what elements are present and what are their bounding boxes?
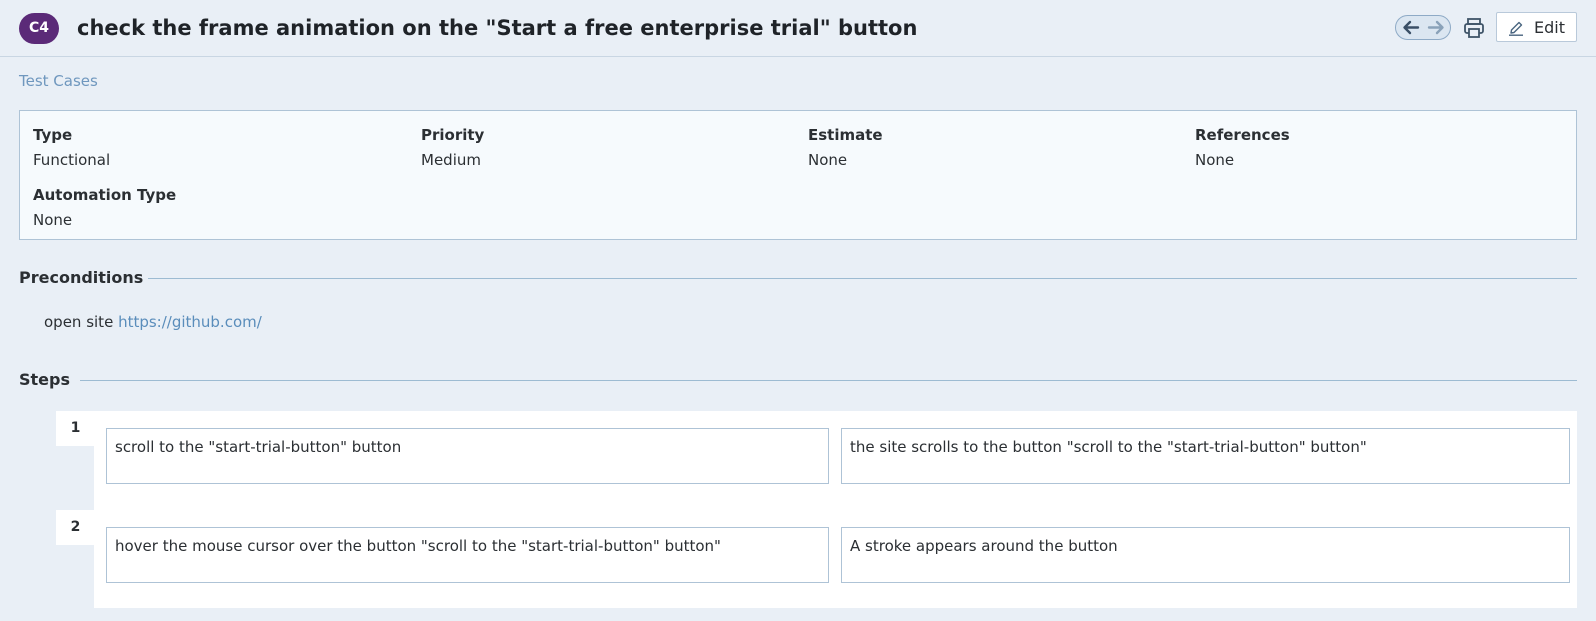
breadcrumb-test-cases[interactable]: Test Cases bbox=[19, 72, 98, 90]
steps-divider bbox=[80, 380, 1577, 381]
edit-button-label: Edit bbox=[1534, 18, 1565, 37]
step-expected-result: A stroke appears around the button bbox=[841, 527, 1570, 583]
field-automation-type: Automation Type None bbox=[33, 186, 176, 229]
preconditions-heading: Preconditions bbox=[19, 268, 144, 287]
preconditions-divider bbox=[148, 278, 1577, 279]
field-automation-type-label: Automation Type bbox=[33, 186, 177, 204]
field-references-value: None bbox=[1195, 151, 1235, 169]
step-number: 2 bbox=[56, 510, 95, 545]
field-references-label: References bbox=[1195, 126, 1290, 144]
arrow-left-icon[interactable] bbox=[1400, 18, 1422, 37]
field-type: Type Functional bbox=[33, 126, 110, 169]
steps-heading: Steps bbox=[19, 370, 70, 389]
step-action: hover the mouse cursor over the button "… bbox=[106, 527, 829, 583]
field-type-value: Functional bbox=[33, 151, 111, 169]
preconditions-text: open site https://github.com/ bbox=[44, 313, 262, 331]
page-header: C4 check the frame animation on the "Sta… bbox=[0, 0, 1596, 57]
step-action: scroll to the "start-trial-button" butto… bbox=[106, 428, 829, 484]
field-estimate-label: Estimate bbox=[808, 126, 883, 144]
case-navigation bbox=[1395, 15, 1451, 40]
edit-button[interactable]: Edit bbox=[1496, 12, 1577, 42]
field-estimate: Estimate None bbox=[808, 126, 883, 169]
pencil-icon bbox=[1508, 20, 1524, 36]
step-number: 1 bbox=[56, 411, 95, 446]
field-type-label: Type bbox=[33, 126, 73, 144]
preconditions-body: open site bbox=[44, 313, 119, 331]
arrow-right-icon[interactable] bbox=[1425, 18, 1447, 37]
field-references: References None bbox=[1195, 126, 1290, 169]
field-automation-type-value: None bbox=[33, 211, 73, 229]
preconditions-link[interactable]: https://github.com/ bbox=[118, 313, 262, 331]
field-priority-value: Medium bbox=[421, 151, 481, 169]
case-id-badge: C4 bbox=[19, 13, 59, 44]
step-expected-result: the site scrolls to the button "scroll t… bbox=[841, 428, 1570, 484]
field-estimate-value: None bbox=[808, 151, 848, 169]
field-priority: Priority Medium bbox=[421, 126, 484, 169]
printer-icon[interactable] bbox=[1462, 16, 1486, 40]
case-details-panel: Type Functional Priority Medium Estimate… bbox=[19, 110, 1577, 240]
field-priority-label: Priority bbox=[421, 126, 485, 144]
page-title: check the frame animation on the "Start … bbox=[77, 16, 918, 40]
